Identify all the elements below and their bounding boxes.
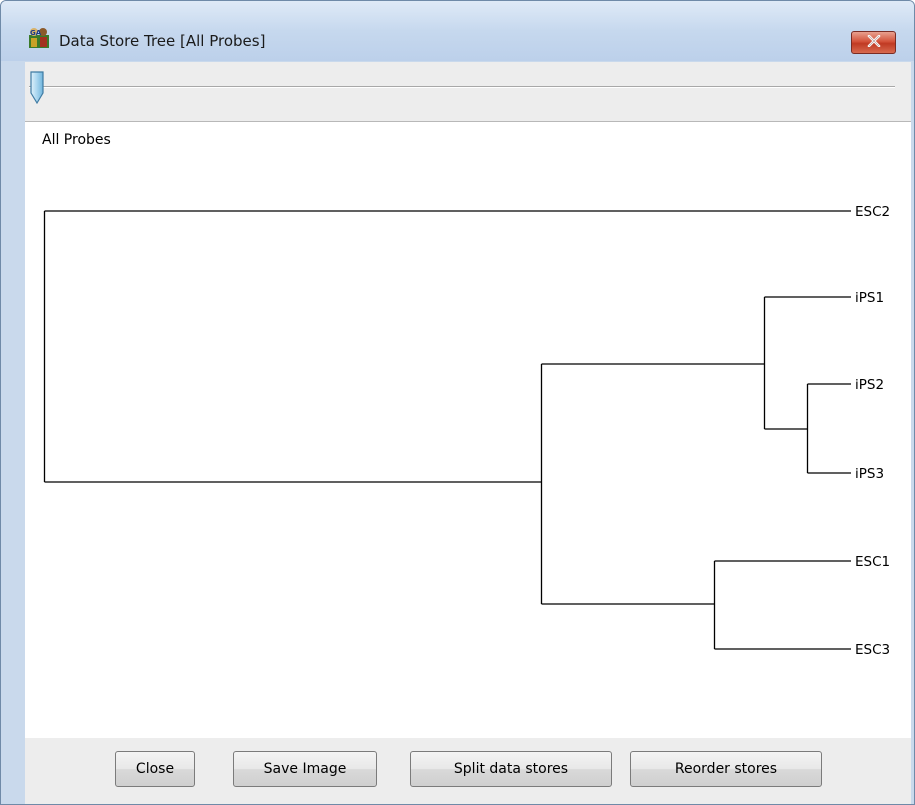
- split-data-stores-button[interactable]: Split data stores: [410, 751, 612, 787]
- split-data-stores-button-label: Split data stores: [453, 761, 569, 777]
- button-bar: Close Save Image Split data stores Reord…: [25, 738, 911, 804]
- leaf-label-ips2: iPS2: [855, 377, 884, 393]
- window-close-button[interactable]: [851, 31, 896, 54]
- svg-text:GA: GA: [30, 29, 42, 37]
- save-image-button[interactable]: Save Image: [233, 751, 377, 787]
- reorder-stores-button[interactable]: Reorder stores: [630, 751, 822, 787]
- leaf-label-esc1: ESC1: [855, 554, 890, 570]
- reorder-stores-button-label: Reorder stores: [674, 761, 778, 777]
- tree-panel: All Probes ESC2 iPS1 iPS2 iPS3 ESC1 ESC3: [25, 122, 911, 738]
- dendrogram: ESC2 iPS1 iPS2 iPS3 ESC1 ESC3: [43, 204, 890, 658]
- save-image-button-label: Save Image: [263, 761, 347, 777]
- seqmonk-icon: GA: [28, 27, 50, 49]
- leaf-label-ips3: iPS3: [855, 466, 884, 482]
- close-button[interactable]: Close: [115, 751, 195, 787]
- title-bar[interactable]: GA Data Store Tree [All Probes]: [1, 1, 914, 61]
- leaf-label-esc3: ESC3: [855, 642, 890, 658]
- close-button-label: Close: [135, 761, 175, 777]
- leaf-label-esc2: ESC2: [855, 204, 890, 220]
- window-title: Data Store Tree [All Probes]: [59, 32, 266, 50]
- leaf-label-ips1: iPS1: [855, 290, 884, 306]
- data-store-tree-window: GA Data Store Tree [All Probes] All Prob…: [0, 0, 915, 805]
- slider-thumb[interactable]: [29, 70, 44, 105]
- close-icon: [867, 34, 881, 51]
- slider-track[interactable]: [29, 86, 895, 88]
- tree-cut-slider[interactable]: [25, 62, 911, 122]
